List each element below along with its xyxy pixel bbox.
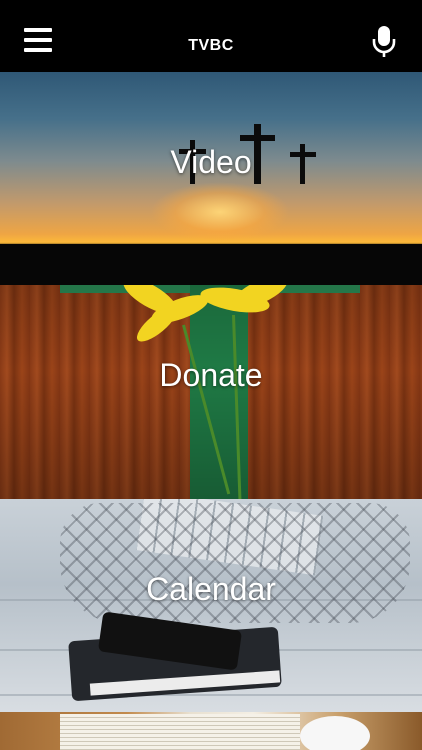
bible-page-right [180,714,300,750]
top-bar: TVBC [0,0,422,72]
cross-center-beam [240,135,275,141]
coffee-cup [300,716,370,750]
donate-label: Donate [159,357,263,393]
bible-tile[interactable] [0,712,422,750]
calendar-tile[interactable]: Calendar [0,499,422,712]
bible-page-left [60,714,180,750]
video-label: Video [170,144,252,180]
calendar-label: Calendar [146,571,276,607]
sunset-glow [150,182,290,242]
microphone-icon[interactable] [372,26,396,58]
donate-tile[interactable]: Donate [0,285,422,499]
app-screen: TVBC Video Donate Calendar [0,0,422,750]
table-plank [0,694,422,696]
horizon-silhouette [0,244,422,285]
video-tile[interactable]: Video [0,72,422,285]
app-title: TVBC [188,37,234,54]
